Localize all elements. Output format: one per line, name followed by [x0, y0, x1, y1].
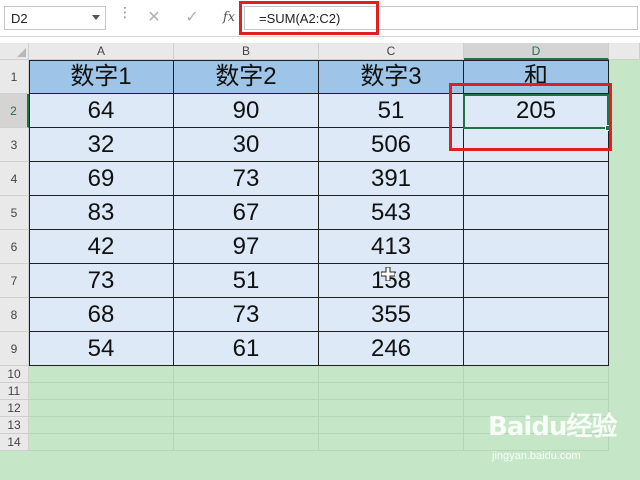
cell-a6[interactable]: 42	[29, 230, 174, 264]
cell-c9[interactable]: 246	[319, 332, 464, 366]
row-header-3[interactable]: 3	[0, 128, 29, 162]
cell-a14[interactable]	[29, 434, 174, 451]
cell-c4[interactable]: 391	[319, 162, 464, 196]
watermark-logo: Baidu经验	[488, 412, 617, 442]
row-header-4[interactable]: 4	[0, 162, 29, 196]
select-all-button[interactable]	[0, 43, 29, 60]
baidu-watermark: Baidu经验 jingyan.baidu.com	[488, 406, 638, 472]
row-header-11[interactable]: 11	[0, 383, 29, 400]
cell-b10[interactable]	[174, 366, 319, 383]
cell-a13[interactable]	[29, 417, 174, 434]
formula-text: =SUM(A2:C2)	[259, 11, 341, 26]
row-header-8[interactable]: 8	[0, 298, 29, 332]
cell-d6[interactable]	[464, 230, 609, 264]
cell-a7[interactable]: 73	[29, 264, 174, 298]
row-header-6[interactable]: 6	[0, 230, 29, 264]
row-header-7[interactable]: 7	[0, 264, 29, 298]
formula-bar: D2 ⋮ ✕ ✓ fx =SUM(A2:C2)	[0, 0, 640, 37]
select-all-icon	[17, 48, 26, 57]
cell-c8[interactable]: 355	[319, 298, 464, 332]
column-header-e[interactable]	[609, 43, 640, 60]
cell-d5[interactable]	[464, 196, 609, 230]
row-header-2[interactable]: 2	[0, 94, 29, 128]
header-cell-d1[interactable]: 和	[464, 60, 609, 94]
cell-c2[interactable]: 51	[319, 94, 464, 128]
cell-a11[interactable]	[29, 383, 174, 400]
cell-c3[interactable]: 506	[319, 128, 464, 162]
cell-c12[interactable]	[319, 400, 464, 417]
row-header-12[interactable]: 12	[0, 400, 29, 417]
insert-function-icon[interactable]: fx	[218, 8, 240, 28]
cell-d10[interactable]	[464, 366, 609, 383]
cell-b5[interactable]: 67	[174, 196, 319, 230]
cell-d11[interactable]	[464, 383, 609, 400]
row-header-14[interactable]: 14	[0, 434, 29, 451]
cell-c10[interactable]	[319, 366, 464, 383]
cell-a9[interactable]: 54	[29, 332, 174, 366]
cell-d9[interactable]	[464, 332, 609, 366]
row-header-13[interactable]: 13	[0, 417, 29, 434]
cell-d4[interactable]	[464, 162, 609, 196]
cell-b14[interactable]	[174, 434, 319, 451]
cell-b9[interactable]: 61	[174, 332, 319, 366]
cell-a5[interactable]: 83	[29, 196, 174, 230]
header-cell-b1[interactable]: 数字2	[174, 60, 319, 94]
cell-b2[interactable]: 90	[174, 94, 319, 128]
cell-b4[interactable]: 73	[174, 162, 319, 196]
cell-a4[interactable]: 69	[29, 162, 174, 196]
cell-c5[interactable]: 543	[319, 196, 464, 230]
name-box[interactable]: D2	[4, 6, 106, 30]
cell-b13[interactable]	[174, 417, 319, 434]
cancel-icon[interactable]: ✕	[143, 8, 165, 28]
cell-b3[interactable]: 30	[174, 128, 319, 162]
column-header-a[interactable]: A	[29, 43, 174, 60]
cell-c13[interactable]	[319, 417, 464, 434]
column-header-b[interactable]: B	[174, 43, 319, 60]
more-options-icon: ⋮	[118, 4, 132, 20]
cell-b7[interactable]: 51	[174, 264, 319, 298]
cell-b12[interactable]	[174, 400, 319, 417]
cell-d2[interactable]: 205	[464, 94, 609, 128]
cell-a3[interactable]: 32	[29, 128, 174, 162]
cell-b11[interactable]	[174, 383, 319, 400]
column-header-d[interactable]: D	[464, 43, 609, 60]
cell-a12[interactable]	[29, 400, 174, 417]
cell-d3[interactable]	[464, 128, 609, 162]
cell-a2[interactable]: 64	[29, 94, 174, 128]
cell-d8[interactable]	[464, 298, 609, 332]
cell-a10[interactable]	[29, 366, 174, 383]
cell-c6[interactable]: 413	[319, 230, 464, 264]
row-header-5[interactable]: 5	[0, 196, 29, 230]
checkmark-icon[interactable]: ✓	[181, 8, 203, 28]
row-header-9[interactable]: 9	[0, 332, 29, 366]
chevron-down-icon[interactable]	[92, 15, 100, 20]
formula-input[interactable]: =SUM(A2:C2)	[244, 6, 638, 30]
cell-d7[interactable]	[464, 264, 609, 298]
watermark-url: jingyan.baidu.com	[492, 450, 581, 462]
cell-a8[interactable]: 68	[29, 298, 174, 332]
fill-handle[interactable]	[605, 125, 611, 131]
row-header-10[interactable]: 10	[0, 366, 29, 383]
name-box-value: D2	[11, 11, 28, 26]
cell-c14[interactable]	[319, 434, 464, 451]
header-cell-a1[interactable]: 数字1	[29, 60, 174, 94]
cell-b6[interactable]: 97	[174, 230, 319, 264]
column-header-c[interactable]: C	[319, 43, 464, 60]
row-header-1[interactable]: 1	[0, 60, 29, 94]
cell-c11[interactable]	[319, 383, 464, 400]
header-cell-c1[interactable]: 数字3	[319, 60, 464, 94]
cell-b8[interactable]: 73	[174, 298, 319, 332]
cell-cursor-icon	[381, 267, 395, 281]
